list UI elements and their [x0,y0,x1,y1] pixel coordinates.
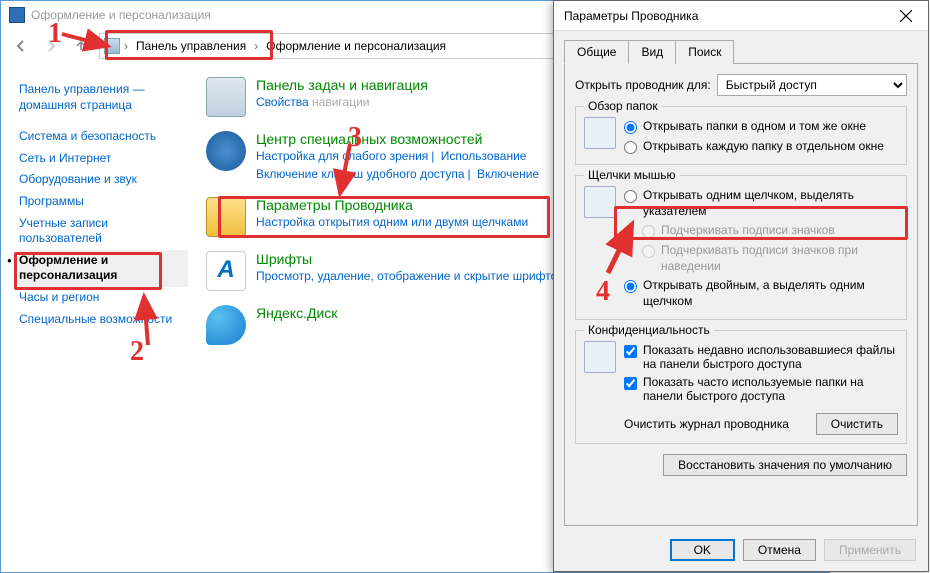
breadcrumb-seg-1[interactable]: Панель управления [132,37,250,55]
browse-folders-icon [584,117,616,149]
open-explorer-label: Открыть проводник для: [575,78,711,92]
check-label: Показать недавно использовавшиеся файлы … [643,343,898,371]
control-panel-icon [9,7,25,23]
annotation-arrow-1 [60,28,120,56]
radio-new-window[interactable] [624,141,637,154]
group-title: Конфиденциальность [584,323,714,337]
radio-label: Открывать одним щелчком, выделять указат… [643,188,898,219]
sidebar-item-system[interactable]: Система и безопасность [19,126,188,148]
apply-button[interactable]: Применить [824,539,916,561]
sidebar-item-accounts[interactable]: Учетные записи пользователей [19,213,188,250]
fonts-icon [206,251,246,291]
group-title: Обзор папок [584,99,662,113]
radio-label: Открывать папки в одном и том же окне [643,119,866,135]
radio-label: Открывать каждую папку в отдельном окне [643,139,884,155]
taskbar-icon [206,77,246,117]
check-frequent-folders[interactable] [624,377,637,390]
tab-strip: Общие Вид Поиск [564,39,918,64]
radio-underline-hover [642,245,655,258]
cancel-button[interactable]: Отмена [743,539,816,561]
check-recent-files[interactable] [624,345,637,358]
folder-options-icon [206,197,246,237]
category-sub[interactable]: Включение [477,167,539,181]
clear-history-label: Очистить журнал проводника [624,417,789,431]
back-button[interactable] [9,34,33,58]
sidebar-item-ease[interactable]: Специальные возможности [19,309,188,331]
sidebar-item-appearance[interactable]: Оформление и персонализация [19,250,188,287]
category-sub[interactable]: Использование [441,149,527,163]
group-privacy: Конфиденциальность Показать недавно испо… [575,330,907,444]
ok-button[interactable]: OK [670,539,735,561]
tab-view[interactable]: Вид [628,40,676,64]
check-label: Показать часто используемые папки на пан… [643,375,898,403]
radio-underline-always [642,225,655,238]
radio-same-window[interactable] [624,121,637,134]
annotation-arrow-4 [602,218,642,278]
radio-single-click[interactable] [624,190,637,203]
annotation-number-4: 4 [596,276,610,308]
radio-label: Подчеркивать подписи значков [661,223,835,239]
breadcrumb-seg-2[interactable]: Оформление и персонализация [262,37,450,55]
restore-defaults-button[interactable]: Восстановить значения по умолчанию [663,454,907,476]
category-sub-dim: навигации [312,95,369,109]
chevron-right-icon: › [254,39,258,53]
tab-panel-general: Открыть проводник для: Быстрый доступ Об… [564,64,918,526]
category-sub[interactable]: Свойства [256,95,312,109]
annotation-number-3: 3 [348,122,362,154]
annotation-number-1: 1 [48,18,62,50]
dialog-title: Параметры Проводника [564,9,698,23]
mouse-click-icon [584,186,616,218]
clear-button[interactable]: Очистить [816,413,898,435]
ease-icon [206,131,246,171]
category-sub[interactable]: Настройка открытия одним или двумя щелчк… [256,215,528,229]
dialog-close-button[interactable] [883,1,928,31]
sidebar-item-network[interactable]: Сеть и Интернет [19,148,188,170]
group-title: Щелчки мышью [584,168,680,182]
sidebar: Панель управления — домашняя страница Си… [1,63,196,572]
yandex-disk-icon [206,305,246,345]
radio-double-click[interactable] [624,280,637,293]
radio-label: Открывать двойным, а выделять одним щелч… [643,278,898,309]
chevron-right-icon: › [124,39,128,53]
sidebar-item-programs[interactable]: Программы [19,191,188,213]
tab-general[interactable]: Общие [564,40,629,64]
open-explorer-select[interactable]: Быстрый доступ [717,74,907,96]
group-browse-folders: Обзор папок Открывать папки в одном и то… [575,106,907,165]
sidebar-home[interactable]: Панель управления — домашняя страница [19,79,188,116]
annotation-number-2: 2 [130,336,144,368]
tab-search[interactable]: Поиск [675,40,734,64]
category-sub[interactable]: Включение клавиш удобного доступа [256,167,465,181]
sidebar-item-clock[interactable]: Часы и регион [19,287,188,309]
category-sub[interactable]: Просмотр, удаление, отображение и скрыти… [256,269,564,283]
privacy-icon [584,341,616,373]
dialog-titlebar: Параметры Проводника [554,1,928,31]
sidebar-item-hardware[interactable]: Оборудование и звук [19,169,188,191]
radio-label: Подчеркивать подписи значков при наведен… [661,243,898,274]
